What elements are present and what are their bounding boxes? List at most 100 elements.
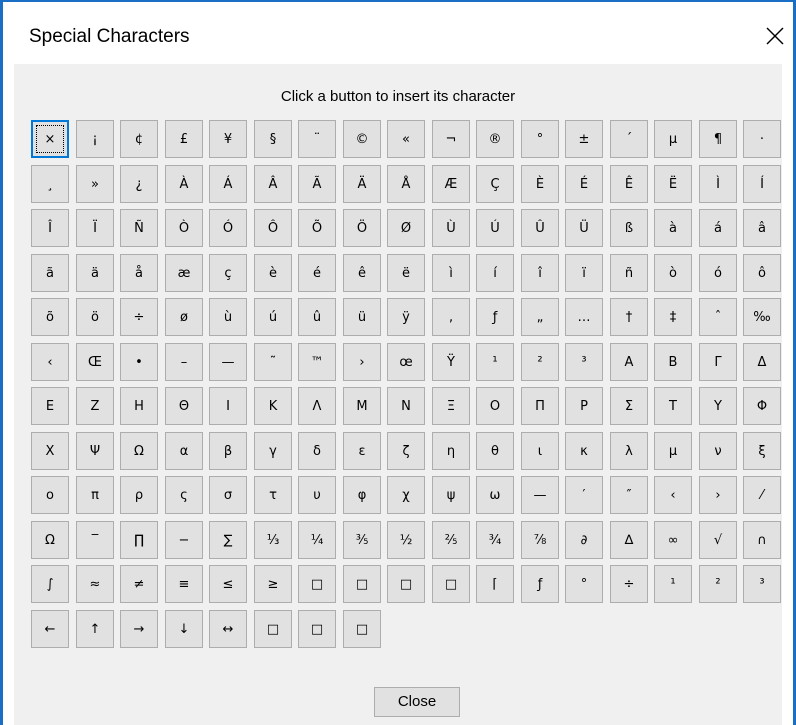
char-button[interactable]: ç — [209, 254, 247, 292]
char-button[interactable]: õ — [31, 298, 69, 336]
char-button[interactable]: ® — [476, 120, 514, 158]
char-button[interactable]: ⅗ — [343, 521, 381, 559]
char-button[interactable]: ƒ — [476, 298, 514, 336]
char-button[interactable]: ‚ — [432, 298, 470, 336]
char-button[interactable]: Η — [120, 387, 158, 425]
char-button[interactable]: ˆ — [699, 298, 737, 336]
char-button[interactable]: ° — [565, 565, 603, 603]
char-button[interactable]: í — [476, 254, 514, 292]
char-button[interactable]: ³ — [565, 343, 603, 381]
char-button[interactable]: Τ — [654, 387, 692, 425]
char-button[interactable]: □ — [387, 565, 425, 603]
char-button[interactable]: Μ — [343, 387, 381, 425]
char-button[interactable]: □ — [432, 565, 470, 603]
char-button[interactable]: Ο — [476, 387, 514, 425]
char-button[interactable]: Ö — [343, 209, 381, 247]
char-button[interactable]: ∩ — [743, 521, 781, 559]
char-button[interactable]: ¡ — [76, 120, 114, 158]
char-button[interactable]: ω — [476, 476, 514, 514]
char-button[interactable]: Β — [654, 343, 692, 381]
char-button[interactable]: Õ — [298, 209, 336, 247]
char-button[interactable]: â — [743, 209, 781, 247]
char-button[interactable]: ν — [699, 432, 737, 470]
char-button[interactable]: ñ — [610, 254, 648, 292]
char-button[interactable]: Γ — [699, 343, 737, 381]
char-button[interactable]: Ι — [209, 387, 247, 425]
char-button[interactable]: ½ — [387, 521, 425, 559]
char-button[interactable]: • — [120, 343, 158, 381]
char-button[interactable]: ´ — [610, 120, 648, 158]
char-button[interactable]: ∫ — [31, 565, 69, 603]
char-button[interactable]: ï — [565, 254, 603, 292]
char-button[interactable]: ¬ — [432, 120, 470, 158]
close-button[interactable]: Close — [374, 687, 460, 717]
char-button[interactable]: ∏ — [120, 521, 158, 559]
char-button[interactable]: ü — [343, 298, 381, 336]
char-button[interactable]: α — [165, 432, 203, 470]
char-button[interactable]: Ë — [654, 165, 692, 203]
char-button[interactable]: æ — [165, 254, 203, 292]
char-button[interactable]: ° — [521, 120, 559, 158]
char-button[interactable]: ↑ — [76, 610, 114, 648]
char-button[interactable]: Î — [31, 209, 69, 247]
char-button[interactable]: ú — [254, 298, 292, 336]
char-button[interactable]: ¥ — [209, 120, 247, 158]
char-button[interactable]: « — [387, 120, 425, 158]
char-button[interactable]: Ψ — [76, 432, 114, 470]
char-button[interactable]: μ — [654, 432, 692, 470]
char-button[interactable]: ⅞ — [521, 521, 559, 559]
char-button[interactable]: Û — [521, 209, 559, 247]
char-button[interactable]: ∆ — [610, 521, 648, 559]
char-button[interactable]: › — [343, 343, 381, 381]
char-button[interactable]: □ — [254, 610, 292, 648]
char-button[interactable]: î — [521, 254, 559, 292]
char-button[interactable]: ¹ — [476, 343, 514, 381]
char-button[interactable]: £ — [165, 120, 203, 158]
char-button[interactable]: ÿ — [387, 298, 425, 336]
char-button[interactable]: ς — [165, 476, 203, 514]
char-button[interactable]: Ν — [387, 387, 425, 425]
char-button[interactable]: ⅓ — [254, 521, 292, 559]
char-button[interactable]: ξ — [743, 432, 781, 470]
char-button[interactable]: © — [343, 120, 381, 158]
char-button[interactable]: Ω — [31, 521, 69, 559]
char-button[interactable]: ο — [31, 476, 69, 514]
char-button[interactable]: η — [432, 432, 470, 470]
char-button[interactable]: ¸ — [31, 165, 69, 203]
char-button[interactable]: Δ — [743, 343, 781, 381]
char-button[interactable]: — — [521, 476, 559, 514]
char-button[interactable]: ≥ — [254, 565, 292, 603]
char-button[interactable]: ø — [165, 298, 203, 336]
close-icon[interactable] — [763, 24, 787, 48]
char-button[interactable]: Â — [254, 165, 292, 203]
char-button[interactable]: ∂ — [565, 521, 603, 559]
char-button[interactable]: − — [165, 521, 203, 559]
char-button[interactable]: œ — [387, 343, 425, 381]
char-button[interactable]: Å — [387, 165, 425, 203]
char-button[interactable]: á — [699, 209, 737, 247]
char-button[interactable]: □ — [343, 565, 381, 603]
char-button[interactable]: ¿ — [120, 165, 158, 203]
char-button[interactable]: ε — [343, 432, 381, 470]
char-button[interactable]: ‰ — [743, 298, 781, 336]
char-button[interactable]: Ú — [476, 209, 514, 247]
char-button[interactable]: „ — [521, 298, 559, 336]
char-button[interactable]: ρ — [120, 476, 158, 514]
char-button[interactable]: Ù — [432, 209, 470, 247]
char-button[interactable]: ≠ — [120, 565, 158, 603]
char-button[interactable]: ⌈ — [476, 565, 514, 603]
char-button[interactable]: Α — [610, 343, 648, 381]
char-button[interactable]: Ε — [31, 387, 69, 425]
char-button[interactable]: ò — [654, 254, 692, 292]
char-button[interactable]: ¶ — [699, 120, 737, 158]
char-button[interactable]: ² — [699, 565, 737, 603]
char-button[interactable]: é — [298, 254, 336, 292]
char-button[interactable]: ƒ — [521, 565, 559, 603]
char-button[interactable]: Σ — [610, 387, 648, 425]
char-button[interactable]: ± — [565, 120, 603, 158]
char-button[interactable]: Ω — [120, 432, 158, 470]
char-button[interactable]: ê — [343, 254, 381, 292]
char-button[interactable]: Í — [743, 165, 781, 203]
char-button[interactable]: ι — [521, 432, 559, 470]
char-button[interactable]: Ó — [209, 209, 247, 247]
